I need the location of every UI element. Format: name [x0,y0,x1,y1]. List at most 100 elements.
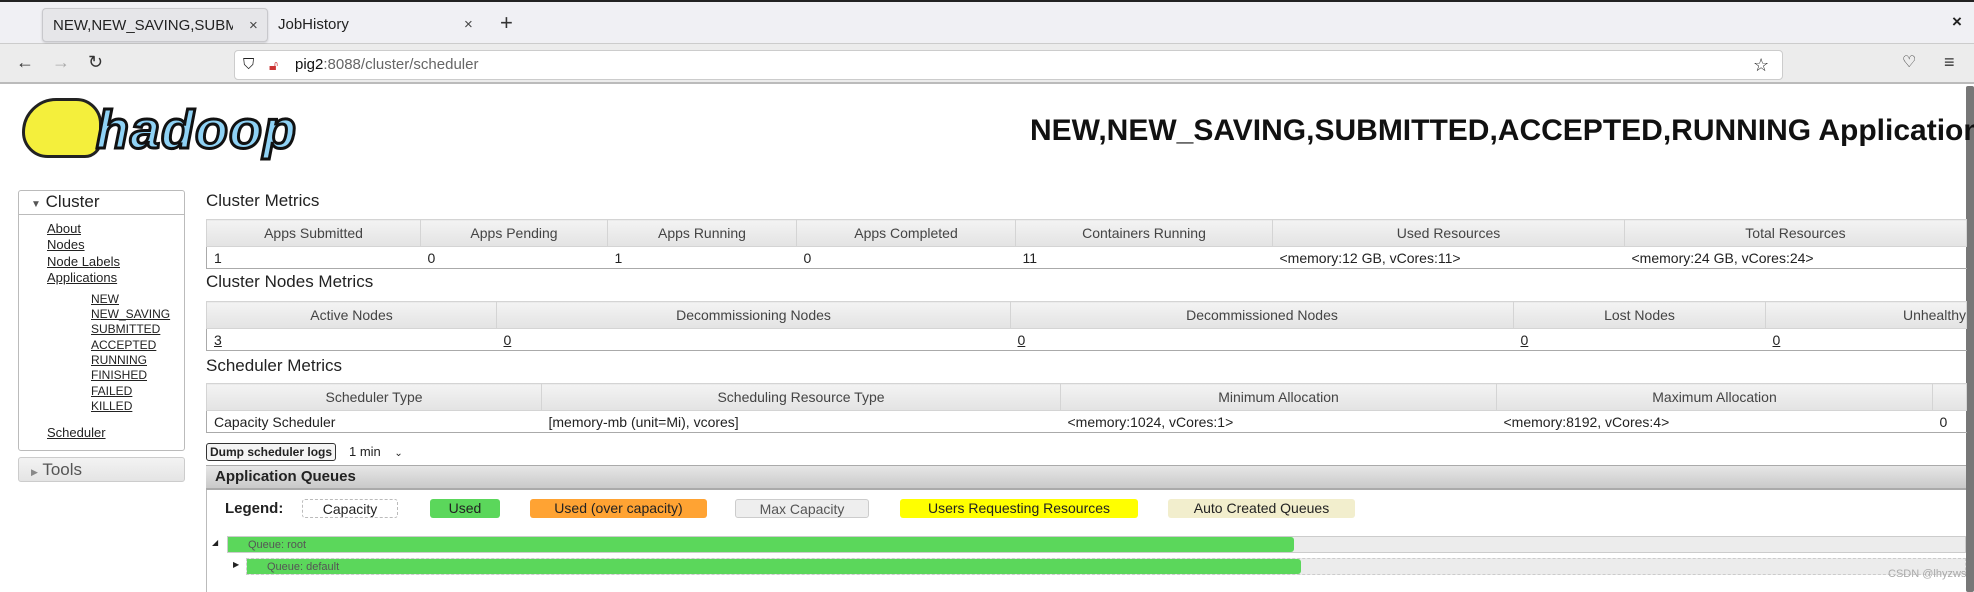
unhealthy-nodes-link[interactable]: 0 [1773,332,1781,348]
lost-nodes-link[interactable]: 0 [1521,332,1529,348]
sidebar-link-killed[interactable]: KILLED [91,399,132,413]
col-maximum-allocation[interactable]: Maximum Allocation [1496,383,1933,411]
tools-label: Tools [42,460,83,479]
pocket-icon[interactable]: ♡ [1902,52,1916,72]
expand-default-icon[interactable]: ▶ [233,560,239,569]
col-decommissioned-nodes[interactable]: Decommissioned Nodes [1010,301,1514,329]
col-used-resources[interactable]: Used Resources [1272,219,1625,247]
cell: 0 [1932,410,1967,433]
caret-right-icon: ▶ [31,467,38,477]
sidebar-link-new-saving[interactable]: NEW_SAVING [91,307,170,321]
legend-used: Used [430,499,500,518]
legend-max-capacity: Max Capacity [735,499,869,518]
sidebar-link-submitted[interactable]: SUBMITTED [91,322,160,336]
decommissioning-nodes-link[interactable]: 0 [504,332,512,348]
sidebar-link-applications[interactable]: Applications [47,270,117,285]
cell: 0 [1010,328,1514,351]
back-icon[interactable]: ← [16,52,34,73]
dump-scheduler-logs-button[interactable]: Dump scheduler logs [206,443,337,461]
cell: 1 [607,246,797,269]
queue-root-label: Queue: root [248,539,307,551]
cell: <memory:12 GB, vCores:11> [1272,246,1625,269]
col-active-nodes[interactable]: Active Nodes [206,301,497,329]
chevron-down-icon: ⌄ [394,448,403,459]
collapse-root-icon[interactable]: ◢ [212,538,218,547]
col-unhealthy-nodes[interactable]: Unhealthy [1765,301,1967,329]
cell: 0 [796,246,1016,269]
col-apps-completed[interactable]: Apps Completed [796,219,1016,247]
forward-icon[interactable]: → [52,52,70,73]
sidebar-link-accepted[interactable]: ACCEPTED [91,338,156,352]
nodes-metrics-title: Cluster Nodes Metrics [206,272,374,291]
queue-root[interactable]: Queue: root [227,536,1966,553]
table-row: Capacity Scheduler [memory-mb (unit=Mi),… [206,410,1967,433]
active-nodes-link[interactable]: 3 [214,332,222,348]
close-tab-icon[interactable]: × [249,9,258,41]
sidebar-cluster: ▼ Cluster About Nodes Node Labels Applic… [18,190,185,451]
cluster-metrics-table: Apps Submitted Apps Pending Apps Running… [206,219,1967,269]
insecure-lock-icon[interactable]: 🔓︎ [269,51,278,79]
cluster-header[interactable]: ▼ Cluster [19,191,184,215]
new-tab-icon[interactable]: + [500,10,513,36]
bookmark-star-icon[interactable]: ☆ [1753,51,1769,79]
legend-capacity: Capacity [302,499,398,518]
col-decommissioning-nodes[interactable]: Decommissioning Nodes [496,301,1011,329]
col-scheduling-resource-type[interactable]: Scheduling Resource Type [541,383,1061,411]
tab-label: NEW,NEW_SAVING,SUBMITTED,ACCEPTED,RUNNIN… [53,17,233,34]
col-total-resources[interactable]: Total Resources [1624,219,1967,247]
interval-value: 1 min [349,444,381,459]
cell: 0 [496,328,1011,351]
sidebar-link-failed[interactable]: FAILED [91,384,132,398]
dump-interval-select[interactable]: 1 min ⌄ [349,444,403,459]
col-containers-running[interactable]: Containers Running [1015,219,1273,247]
close-tab-icon[interactable]: × [464,8,473,42]
sidebar-link-finished[interactable]: FINISHED [91,368,147,382]
cell: 0 [1513,328,1766,351]
scheduler-metrics-title: Scheduler Metrics [206,356,343,375]
legend-used-over-capacity: Used (over capacity) [530,499,707,518]
tab-jobhistory[interactable]: JobHistory × [268,8,490,42]
close-window-icon[interactable]: × [1952,12,1962,32]
sidebar-link-new[interactable]: NEW [91,292,119,306]
col-scheduler-type[interactable]: Scheduler Type [206,383,542,411]
col-apps-submitted[interactable]: Apps Submitted [206,219,421,247]
cell: <memory:24 GB, vCores:24> [1624,246,1967,269]
table-header-row: Scheduler Type Scheduling Resource Type … [206,383,1967,411]
col-minimum-allocation[interactable]: Minimum Allocation [1060,383,1497,411]
shield-icon[interactable]: ⛉ [243,51,254,79]
browser-tab-bar: NEW,NEW_SAVING,SUBMITTED,ACCEPTED,RUNNIN… [0,0,1974,44]
logo-text: hadoop [95,100,298,160]
tab-applications[interactable]: NEW,NEW_SAVING,SUBMITTED,ACCEPTED,RUNNIN… [42,8,268,42]
sidebar-link-node-labels[interactable]: Node Labels [47,254,120,269]
sidebar-tools[interactable]: ▶ Tools [18,457,185,482]
decommissioned-nodes-link[interactable]: 0 [1018,332,1026,348]
menu-icon[interactable]: ≡ [1944,52,1955,73]
nodes-metrics-table: Active Nodes Decommissioning Nodes Decom… [206,301,1967,351]
cell: 11 [1015,246,1273,269]
table-header-row: Active Nodes Decommissioning Nodes Decom… [206,301,1967,329]
col-apps-running[interactable]: Apps Running [607,219,797,247]
reload-icon[interactable]: ↻ [88,52,103,73]
url-bar[interactable]: ⛉ 🔓︎ pig2:8088/cluster/scheduler ☆ [234,50,1783,80]
legend-users-requesting: Users Requesting Resources [900,499,1138,518]
col-apps-pending[interactable]: Apps Pending [420,219,608,247]
cluster-metrics-title: Cluster Metrics [206,191,320,210]
vertical-scrollbar[interactable] [1966,86,1974,592]
cell: <memory:8192, vCores:4> [1496,410,1933,433]
queue-default[interactable]: Queue: default [246,558,1966,575]
sidebar-link-nodes[interactable]: Nodes [47,237,85,252]
page-title: NEW,NEW_SAVING,SUBMITTED,ACCEPTED,RUNNIN… [1030,114,1974,147]
sidebar-link-about[interactable]: About [47,221,81,236]
sidebar-link-running[interactable]: RUNNING [91,353,147,367]
table-row: 1 0 1 0 11 <memory:12 GB, vCores:11> <me… [206,246,1967,269]
col-extra[interactable] [1932,383,1967,411]
url-host: pig2 [295,56,324,73]
cell: 0 [420,246,608,269]
tab-label: JobHistory [278,16,349,33]
col-lost-nodes[interactable]: Lost Nodes [1513,301,1766,329]
cell: 0 [1765,328,1967,351]
hadoop-logo[interactable]: hadoop [18,94,318,164]
application-queues-header[interactable]: Application Queues [206,465,1966,490]
cell: Capacity Scheduler [206,410,542,433]
sidebar-link-scheduler[interactable]: Scheduler [47,425,106,440]
